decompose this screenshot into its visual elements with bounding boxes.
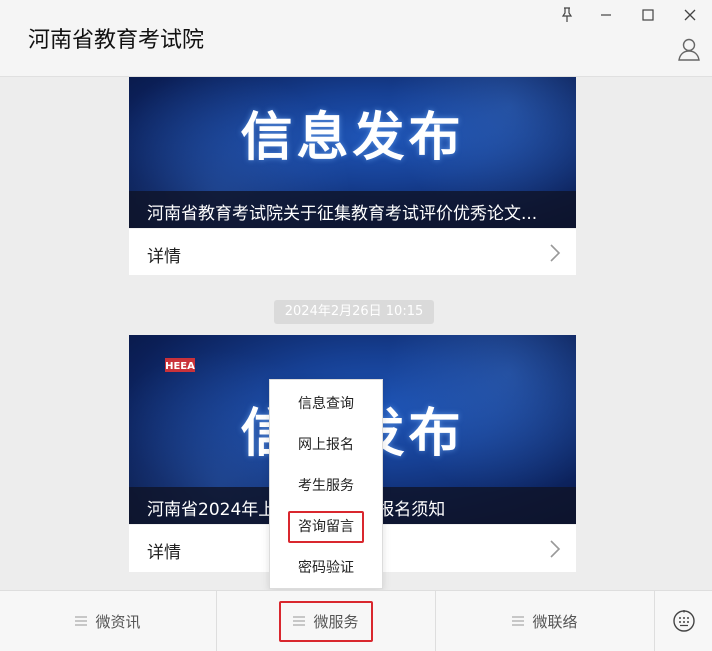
article-banner: 信息发布 河南省教育考试院关于征集教育考试评价优秀论文... — [129, 77, 576, 228]
menu-weifuwu-button[interactable]: 微服务 — [217, 591, 435, 651]
keyboard-icon[interactable] — [655, 591, 712, 651]
menu-item-online-registration[interactable]: 网上报名 — [270, 425, 382, 465]
menu-item-label: 网上报名 — [298, 437, 354, 453]
menu-item-candidate-service[interactable]: 考生服务 — [270, 466, 382, 506]
hamburger-icon — [512, 616, 525, 626]
menu-button-label: 微服务 — [313, 612, 359, 631]
chevron-right-icon — [548, 539, 562, 559]
detail-label: 详情 — [147, 247, 181, 267]
detail-label: 详情 — [147, 543, 181, 563]
menu-item-label: 考生服务 — [298, 478, 354, 494]
minimize-icon[interactable] — [592, 4, 620, 26]
detail-row[interactable]: 详情 — [129, 228, 576, 276]
menu-item-label: 信息查询 — [298, 396, 354, 412]
hamburger-icon — [75, 616, 88, 626]
window-title: 河南省教育考试院 — [28, 28, 205, 53]
maximize-icon[interactable] — [634, 4, 662, 26]
service-popup-menu: 信息查询 网上报名 考生服务 咨询留言 密码验证 — [269, 379, 383, 589]
caption-bar: 河南省教育考试院关于征集教育考试评价优秀论文... — [129, 191, 576, 228]
logo-text: HEEA — [165, 361, 195, 372]
banner-title: 信息发布 — [240, 108, 465, 168]
pin-icon[interactable] — [553, 4, 581, 26]
window-header: 河南省教育考试院 — [0, 0, 712, 77]
article-caption: 河南省教育考试院关于征集教育考试评价优秀论文... — [147, 204, 538, 224]
menu-item-password-verify[interactable]: 密码验证 — [270, 548, 382, 588]
profile-icon[interactable] — [676, 36, 702, 62]
menu-weilianluo-button[interactable]: 微联络 — [436, 591, 654, 651]
hamburger-icon — [293, 616, 306, 626]
bottom-menu-bar: 微资讯 微服务 微联络 — [0, 590, 712, 651]
menu-item-label: 咨询留言 — [298, 519, 354, 535]
menu-item-consult-message[interactable]: 咨询留言 — [270, 507, 382, 547]
timestamp: 2024年2月26日 10:15 — [274, 300, 434, 324]
chevron-right-icon — [548, 243, 562, 263]
menu-item-info-query[interactable]: 信息查询 — [270, 384, 382, 424]
menu-button-label: 微联络 — [532, 612, 578, 631]
menu-button-label: 微资讯 — [95, 612, 141, 631]
menu-item-label: 密码验证 — [298, 560, 354, 576]
article-card[interactable]: 信息发布 河南省教育考试院关于征集教育考试评价优秀论文... 详情 — [129, 77, 576, 275]
highlight-box: 微服务 — [279, 600, 373, 642]
menu-weizixun-button[interactable]: 微资讯 — [0, 591, 216, 651]
highlight-box: 咨询留言 — [288, 511, 364, 543]
close-icon[interactable] — [676, 4, 704, 26]
heea-logo: HEEA — [165, 357, 195, 372]
